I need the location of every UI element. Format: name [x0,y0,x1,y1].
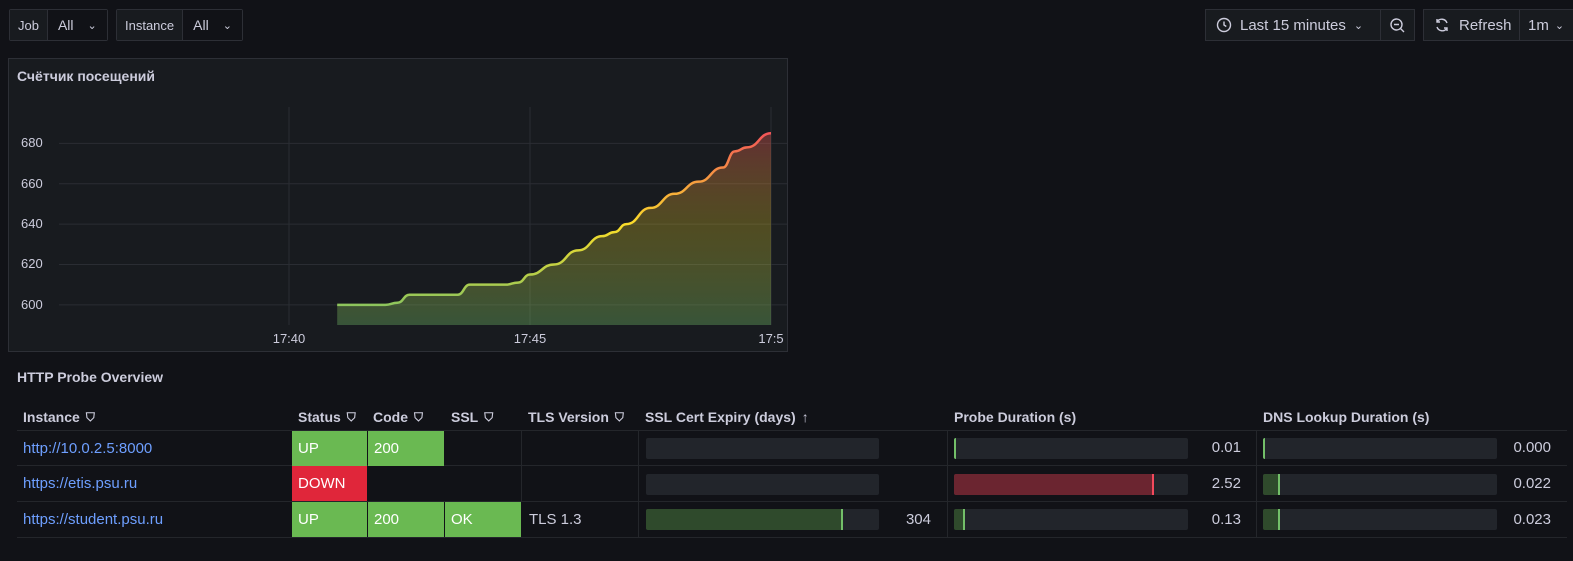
code-cell: 200 [368,431,444,466]
dns-duration-value: 0.000 [1513,439,1551,456]
ssl-expiry-gauge [646,474,879,495]
job-variable-value: All [57,17,74,33]
probe-duration-value: 2.52 [1211,475,1241,492]
y-tick-label: 600 [21,296,43,312]
visits-counter-panel: Счётчик посещений 600 620 640 660 680 17:40 17… [8,58,788,352]
clock-icon [1216,17,1232,33]
column-header-probe-duration[interactable]: Probe Duration (s) [954,405,1076,429]
sort-ascending-icon: ↑ [801,409,809,425]
column-header-label: Code [373,409,408,425]
column-header-expiry[interactable]: SSL Cert Expiry (days) ↑ [645,405,809,429]
column-divider [1256,430,1257,537]
refresh-button[interactable]: Refresh [1423,9,1520,41]
filter-icon[interactable]: ⛉ [347,410,356,425]
status-badge: UP [292,431,367,466]
zoom-out-icon [1390,17,1405,32]
instance-variable: Instance All ⌄ [116,9,243,41]
instance-variable-label: Instance [117,10,184,40]
dns-duration-gauge [1263,509,1497,530]
x-tick-label: 17:40 [272,331,306,346]
refresh-label: Refresh [1459,16,1512,34]
column-header-label: Probe Duration (s) [954,409,1077,425]
x-tick-label: 17:45 [513,331,547,346]
chevron-down-icon: ⌄ [1353,19,1364,32]
column-header-label: TLS Version [528,409,609,425]
filter-icon[interactable]: ⛉ [414,410,423,425]
column-header-dns-duration[interactable]: DNS Lookup Duration (s) [1263,405,1429,429]
status-badge: UP [292,502,367,537]
y-tick-label: 660 [21,175,43,191]
x-tick-label: 17:5 [758,331,784,346]
column-header-label: Instance [23,409,80,425]
probe-duration-value: 0.13 [1211,511,1241,528]
dns-duration-gauge [1263,438,1497,459]
dns-duration-value: 0.023 [1513,511,1551,528]
column-header-status[interactable]: Status ⛉ [298,405,356,429]
dns-duration-gauge [1263,474,1497,495]
job-variable-select[interactable]: All ⌄ [47,10,107,40]
ssl-expiry-gauge [646,509,879,530]
column-header-instance[interactable]: Instance ⛉ [23,405,95,429]
instance-link[interactable]: https://student.psu.ru [17,502,287,537]
probe-duration-value: 0.01 [1211,439,1241,456]
filter-icon[interactable]: ⛉ [615,410,624,425]
column-header-label: DNS Lookup Duration (s) [1263,409,1430,425]
column-header-ssl[interactable]: SSL ⛉ [451,405,493,429]
ssl-expiry-gauge [646,438,879,459]
refresh-icon [1436,18,1448,32]
chevron-down-icon: ⌄ [1554,19,1565,32]
column-divider [521,430,522,501]
visits-chart[interactable] [9,59,787,351]
zoom-out-button[interactable] [1380,9,1415,41]
instance-variable-select[interactable]: All ⌄ [183,10,242,40]
column-divider [947,430,948,537]
instance-link[interactable]: https://etis.psu.ru [17,466,287,501]
row-divider [17,537,1567,538]
probe-duration-gauge [954,509,1188,530]
chevron-down-icon: ⌄ [87,19,97,32]
filter-icon[interactable]: ⛉ [484,410,493,425]
code-cell: 200 [368,502,444,537]
instance-link[interactable]: http://10.0.2.5:8000 [17,431,287,466]
ssl-cell: OK [445,502,521,537]
column-header-label: SSL Cert Expiry (days) [645,409,796,425]
column-header-label: Status [298,409,341,425]
time-range-label: Last 15 minutes [1240,16,1346,34]
time-range-picker[interactable]: Last 15 minutes ⌄ [1205,9,1381,41]
y-tick-label: 680 [21,135,43,151]
refresh-interval-picker[interactable]: 1m ⌄ [1519,9,1573,41]
column-divider [638,430,639,537]
series-area [337,133,771,325]
y-tick-label: 640 [21,216,43,232]
ssl-expiry-value: 304 [905,511,931,528]
chevron-down-icon: ⌄ [222,19,232,32]
instance-variable-value: All [193,17,209,33]
filter-icon[interactable]: ⛉ [86,410,95,425]
column-header-code[interactable]: Code ⛉ [373,405,423,429]
dns-duration-value: 0.022 [1513,475,1551,492]
job-variable: Job All ⌄ [9,9,108,41]
probe-duration-gauge [954,438,1188,459]
column-header-label: SSL [451,409,479,425]
table-title: HTTP Probe Overview [17,369,164,385]
column-header-tls[interactable]: TLS Version ⛉ [528,405,624,429]
refresh-interval-label: 1m [1528,16,1549,34]
probe-duration-gauge [954,474,1188,495]
y-tick-label: 620 [21,256,43,272]
job-variable-label: Job [10,10,48,40]
status-badge: DOWN [292,466,367,501]
tls-version-cell: TLS 1.3 [529,511,582,528]
